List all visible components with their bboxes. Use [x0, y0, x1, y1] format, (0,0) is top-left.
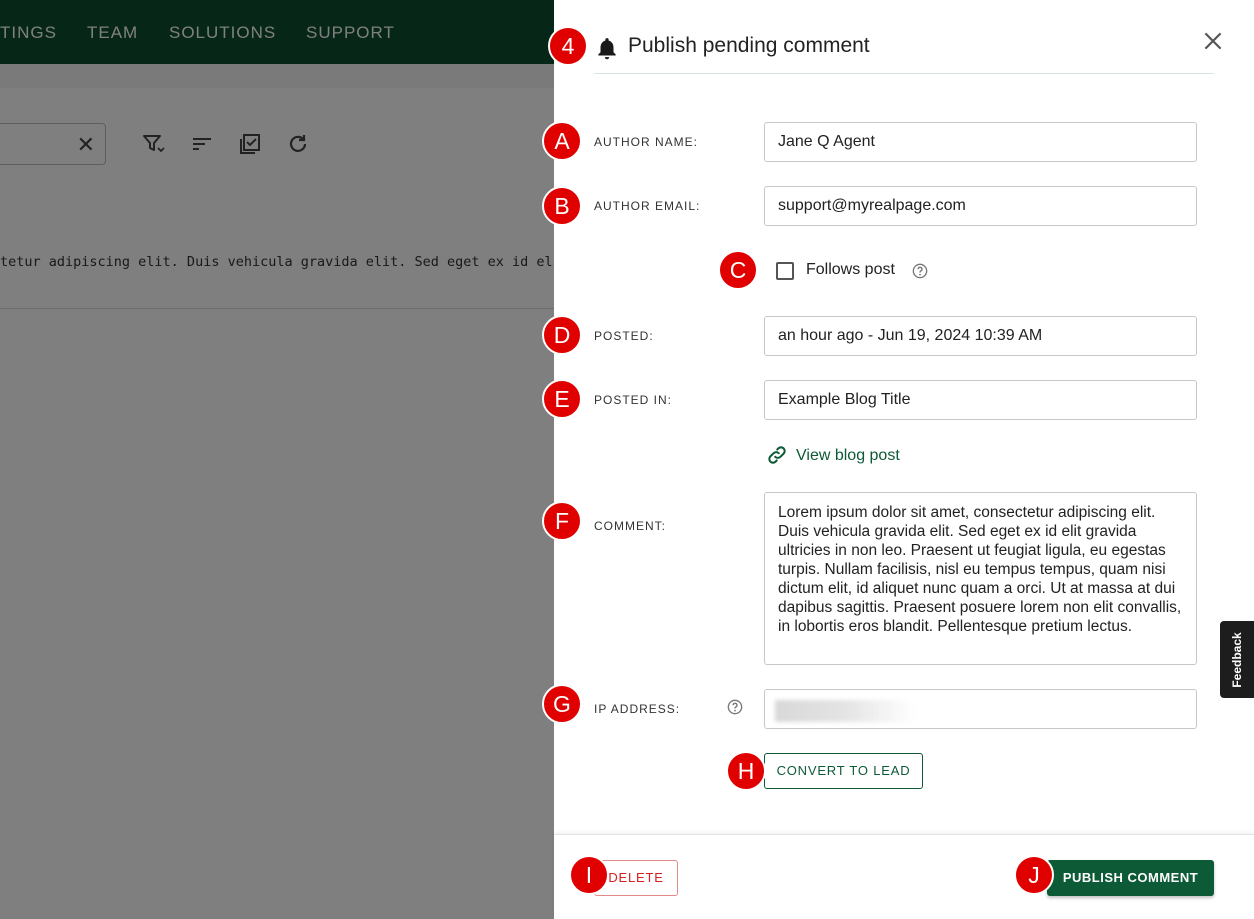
feedback-tab[interactable]: Feedback: [1220, 621, 1254, 698]
marker-j: J: [1014, 855, 1054, 895]
marker-4: 4: [548, 26, 588, 66]
marker-f: F: [542, 501, 582, 541]
marker-b: B: [542, 186, 582, 226]
close-icon[interactable]: [1200, 28, 1226, 54]
ip-address-redacted: [775, 700, 915, 722]
view-blog-post-text: View blog post: [796, 447, 900, 464]
feedback-label: Feedback: [1230, 631, 1244, 688]
marker-e: E: [542, 379, 582, 419]
marker-a: A: [542, 121, 582, 161]
publish-comment-drawer: Publish pending comment AUTHOR NAME: Jan…: [554, 0, 1254, 919]
convert-to-lead-button[interactable]: CONVERT TO LEAD: [764, 753, 923, 789]
marker-c: C: [718, 250, 758, 290]
follows-post-checkbox[interactable]: [776, 262, 794, 280]
drawer-footer: DELETE PUBLISH COMMENT: [554, 834, 1254, 919]
posted-in-label: POSTED IN:: [594, 393, 673, 407]
author-email-input[interactable]: support@myrealpage.com: [764, 186, 1197, 226]
marker-h: H: [726, 751, 766, 791]
ip-help-icon[interactable]: [727, 699, 743, 715]
author-name-label: AUTHOR NAME:: [594, 135, 699, 149]
posted-label: POSTED:: [594, 329, 654, 343]
link-icon: [768, 446, 786, 464]
comment-label: COMMENT:: [594, 519, 666, 533]
drawer-header: Publish pending comment: [594, 0, 1214, 74]
comment-textarea[interactable]: Lorem ipsum dolor sit amet, consectetur …: [764, 492, 1197, 665]
ip-address-input[interactable]: [764, 689, 1197, 729]
author-name-input[interactable]: Jane Q Agent: [764, 122, 1197, 162]
marker-i: I: [569, 855, 609, 895]
marker-d: D: [542, 315, 582, 355]
follows-post-label: Follows post: [806, 261, 895, 278]
help-icon[interactable]: [912, 263, 928, 279]
publish-comment-button[interactable]: PUBLISH COMMENT: [1047, 860, 1214, 896]
marker-g: G: [542, 684, 582, 724]
author-email-label: AUTHOR EMAIL:: [594, 199, 701, 213]
posted-input[interactable]: an hour ago - Jun 19, 2024 10:39 AM: [764, 316, 1197, 356]
bell-icon: [598, 38, 616, 60]
posted-in-input[interactable]: Example Blog Title: [764, 380, 1197, 420]
drawer-title: Publish pending comment: [628, 34, 870, 57]
ip-address-label: IP ADDRESS:: [594, 702, 681, 716]
